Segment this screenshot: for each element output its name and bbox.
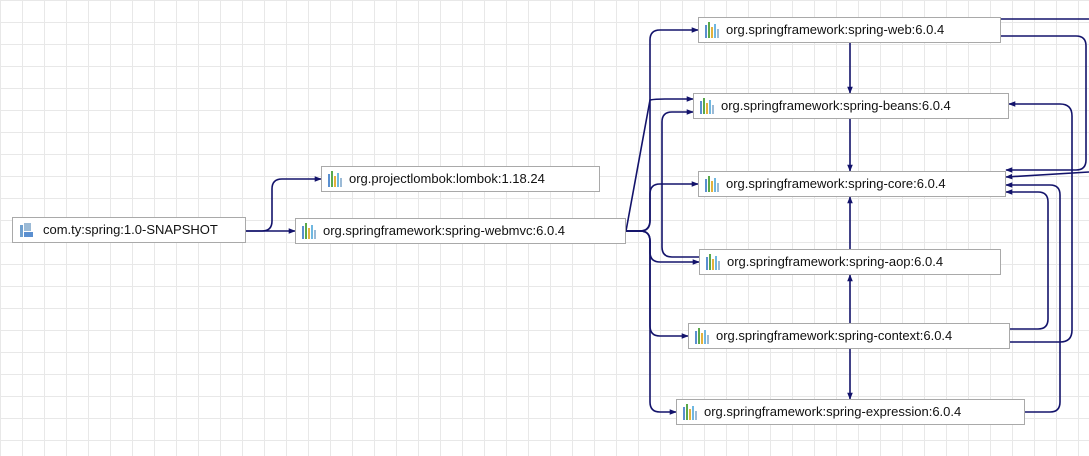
node-label: org.projectlombok:lombok:1.18.24 bbox=[349, 171, 545, 186]
edge-web-core bbox=[1001, 35, 1087, 173]
node-lombok[interactable]: org.projectlombok:lombok:1.18.24 bbox=[321, 166, 600, 192]
node-context[interactable]: org.springframework:spring-context:6.0.4 bbox=[688, 323, 1010, 349]
node-label: org.springframework:spring-webmvc:6.0.4 bbox=[323, 223, 566, 238]
edge-context-beans bbox=[1008, 101, 1073, 343]
library-icon bbox=[705, 22, 720, 38]
node-aop[interactable]: org.springframework:spring-aop:6.0.4 bbox=[699, 249, 1001, 275]
edge-context-core bbox=[1005, 189, 1049, 330]
node-label: com.ty:spring:1.0-SNAPSHOT bbox=[43, 222, 218, 237]
node-web[interactable]: org.springframework:spring-web:6.0.4 bbox=[698, 17, 1001, 43]
node-label: org.springframework:spring-context:6.0.4 bbox=[716, 328, 953, 343]
node-label: org.springframework:spring-expression:6.… bbox=[704, 404, 962, 419]
node-root[interactable]: com.ty:spring:1.0-SNAPSHOT bbox=[12, 217, 246, 243]
edge-expression-core bbox=[1005, 182, 1061, 413]
edge-webmvc-context bbox=[626, 230, 689, 339]
library-icon bbox=[695, 328, 710, 344]
dependency-diagram: com.ty:spring:1.0-SNAPSHOT org.projectlo… bbox=[0, 0, 1089, 456]
library-icon bbox=[706, 254, 721, 270]
library-icon bbox=[683, 404, 698, 420]
node-beans[interactable]: org.springframework:spring-beans:6.0.4 bbox=[693, 93, 1009, 119]
node-label: org.springframework:spring-core:6.0.4 bbox=[726, 176, 946, 191]
node-label: org.springframework:spring-web:6.0.4 bbox=[726, 22, 945, 37]
node-label: org.springframework:spring-aop:6.0.4 bbox=[727, 254, 944, 269]
node-expression[interactable]: org.springframework:spring-expression:6.… bbox=[676, 399, 1025, 425]
library-icon bbox=[700, 98, 715, 114]
edge-webmvc-beans bbox=[625, 96, 694, 232]
library-icon bbox=[705, 176, 720, 192]
library-icon bbox=[302, 223, 317, 239]
module-icon bbox=[19, 222, 37, 238]
edge-offscreen-core bbox=[1005, 171, 1089, 180]
node-core[interactable]: org.springframework:spring-core:6.0.4 bbox=[698, 171, 1006, 197]
library-icon bbox=[328, 171, 343, 187]
node-label: org.springframework:spring-beans:6.0.4 bbox=[721, 98, 951, 113]
node-webmvc[interactable]: org.springframework:spring-webmvc:6.0.4 bbox=[295, 218, 626, 244]
